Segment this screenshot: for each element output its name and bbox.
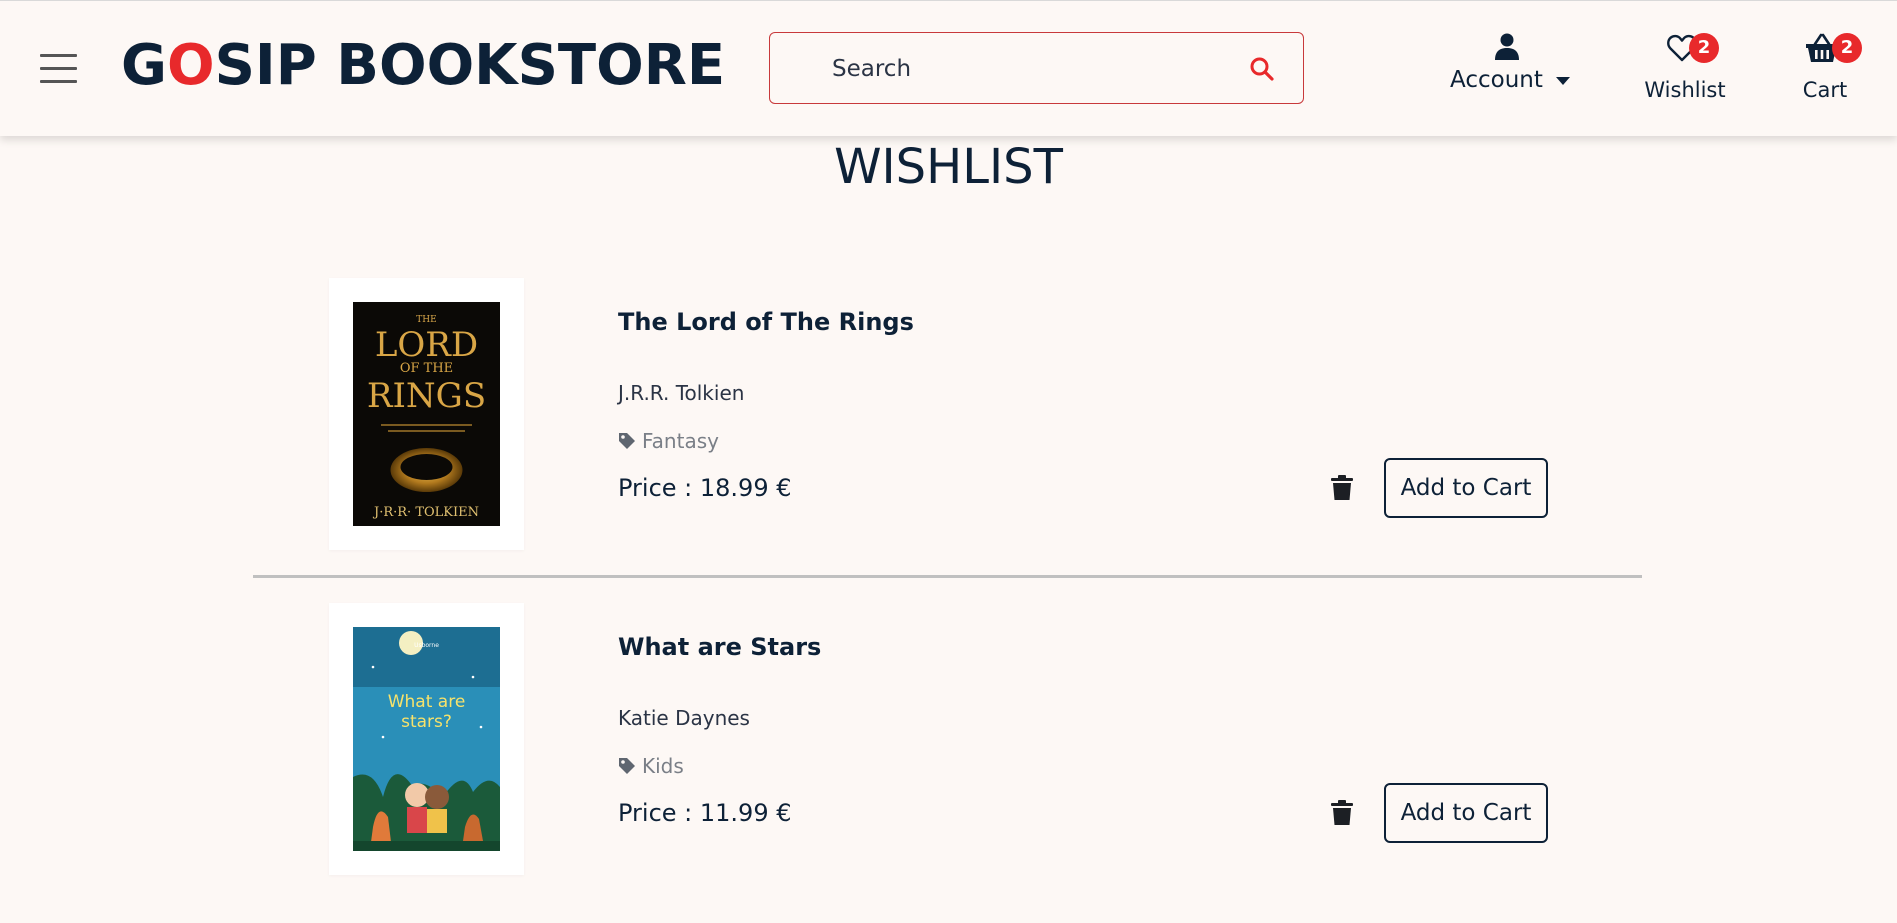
book-genre: Fantasy [618, 429, 719, 453]
tag-icon [619, 758, 635, 774]
search-input[interactable] [830, 50, 1234, 88]
cover-line-1: What are [388, 692, 466, 712]
item-divider [253, 575, 1642, 578]
search-box [769, 32, 1304, 104]
account-label: Account [1450, 67, 1543, 93]
book-cover-card[interactable]: Usborne What are stars? [329, 603, 524, 875]
user-icon [1495, 33, 1519, 60]
brand-letter-o: O [166, 33, 215, 98]
cover-line-4: RINGS [367, 376, 486, 416]
wishlist-item: Usborne What are stars? What are Stars K… [0, 603, 1897, 923]
book-genre: Kids [618, 754, 684, 778]
wishlist-label: Wishlist [1644, 78, 1726, 102]
book-title[interactable]: The Lord of The Rings [618, 308, 914, 336]
trash-icon[interactable] [1331, 475, 1353, 501]
book-price: Price : 18.99 € [618, 474, 792, 502]
trash-icon[interactable] [1331, 800, 1353, 826]
wishlist-link[interactable]: 2 Wishlist [1640, 31, 1730, 111]
book-title[interactable]: What are Stars [618, 633, 821, 661]
book-cover-image: THE LORD OF THE RINGS J·R·R· TOLKIEN [353, 302, 500, 526]
cover-line-1: THE [416, 315, 436, 325]
cover-publisher: Usborne [414, 642, 439, 649]
book-author: Katie Daynes [618, 706, 750, 730]
account-dropdown[interactable]: Account [1440, 31, 1580, 101]
chevron-down-icon [1556, 77, 1570, 85]
wishlist-count-badge: 2 [1689, 33, 1719, 63]
cover-author: J·R·R· TOLKIEN [372, 505, 479, 520]
tag-icon [619, 433, 635, 449]
search-icon[interactable] [1249, 56, 1275, 82]
brand-rest: SIP BOOKSTORE [214, 33, 726, 98]
hamburger-menu-icon[interactable] [40, 54, 77, 84]
brand-logo[interactable]: GOSIP BOOKSTORE [121, 32, 725, 100]
cart-count-badge: 2 [1832, 33, 1862, 63]
cover-line-2: LORD [375, 325, 478, 365]
brand-letter-g: G [121, 33, 167, 98]
book-author: J.R.R. Tolkien [618, 381, 745, 405]
book-cover-card[interactable]: THE LORD OF THE RINGS J·R·R· TOLKIEN [329, 278, 524, 550]
add-to-cart-button[interactable]: Add to Cart [1384, 783, 1548, 843]
cover-line-2: stars? [401, 712, 452, 732]
cart-label: Cart [1802, 78, 1848, 102]
wishlist-item: THE LORD OF THE RINGS J·R·R· TOLKIEN The… [0, 278, 1897, 598]
page-title: WISHLIST [834, 139, 1063, 195]
book-price: Price : 11.99 € [618, 799, 792, 827]
top-navbar: GOSIP BOOKSTORE Account 2 Wishlist 2 [0, 0, 1897, 136]
book-genre-label: Kids [642, 754, 684, 778]
book-cover-image: Usborne What are stars? [353, 627, 500, 851]
cover-line-3: OF THE [400, 361, 453, 376]
book-genre-label: Fantasy [642, 429, 719, 453]
cart-link[interactable]: 2 Cart [1795, 31, 1862, 111]
add-to-cart-button[interactable]: Add to Cart [1384, 458, 1548, 518]
